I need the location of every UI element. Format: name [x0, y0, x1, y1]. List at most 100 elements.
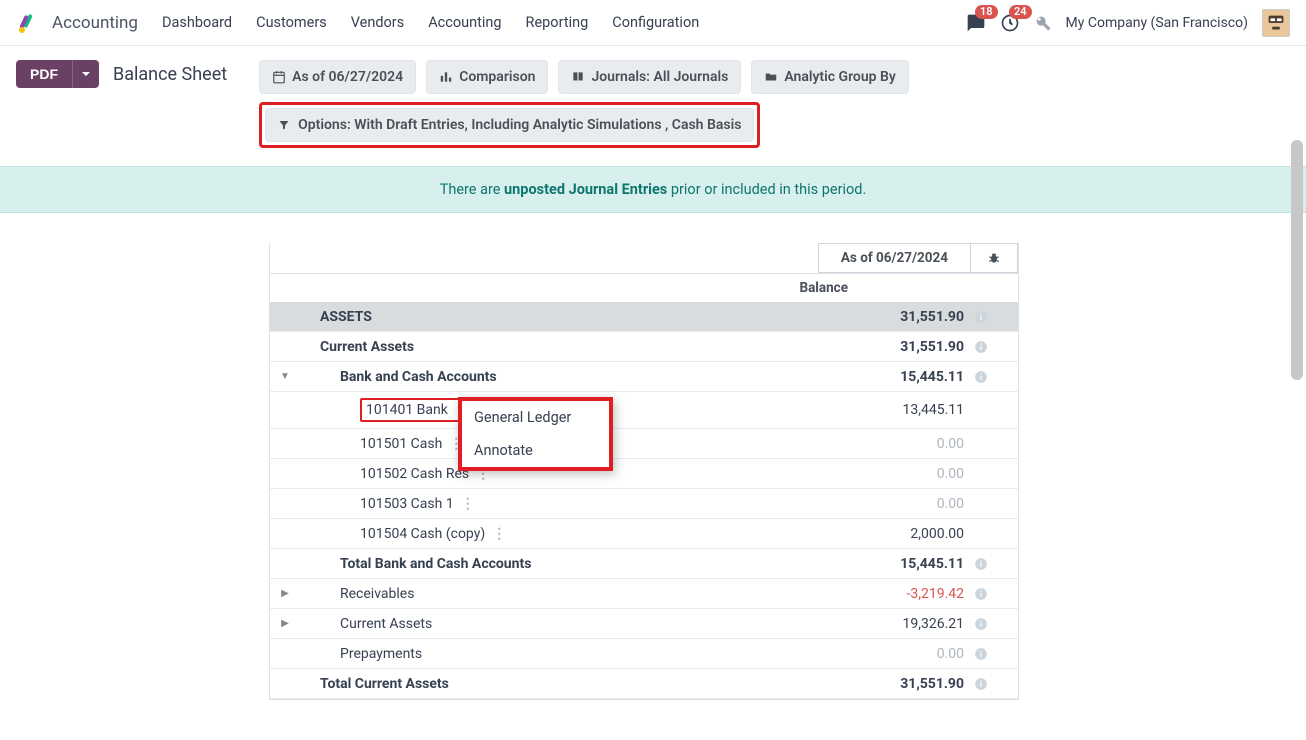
row-label[interactable]: Prepayments — [340, 646, 422, 662]
report-debug-button[interactable] — [971, 243, 1018, 273]
topbar-right: 18 24 My Company (San Francisco) — [966, 9, 1290, 37]
row-amount: 0.00 — [844, 436, 974, 452]
chat-badge: 18 — [975, 5, 998, 19]
filter-journals[interactable]: Journals: All Journals — [558, 60, 741, 94]
account-label[interactable]: 101401 Bank — [366, 402, 448, 418]
row-label-cell: Current Assets — [300, 616, 844, 632]
row-label-cell: Current Assets — [300, 339, 844, 355]
caret-right-icon[interactable]: ▶ — [270, 618, 300, 629]
logo-icon — [16, 12, 38, 34]
controls-row: PDF Balance Sheet As of 06/27/2024 Compa… — [0, 46, 1306, 148]
info-icon[interactable] — [974, 587, 1018, 601]
report-rows: ASSETS31,551.90 Current Assets 31,551.90 ▼ B… — [270, 302, 1018, 699]
filter-comparison[interactable]: Comparison — [426, 60, 548, 94]
row-label[interactable]: Current Assets — [320, 339, 414, 355]
row-label[interactable]: Total Current Assets — [320, 676, 449, 692]
alert-bar: There are unposted Journal Entries prior… — [0, 166, 1306, 213]
bug-icon — [987, 251, 1001, 265]
pdf-button[interactable]: PDF — [16, 60, 72, 88]
info-icon[interactable] — [974, 370, 1018, 384]
row-label[interactable]: Total Bank and Cash Accounts — [340, 556, 531, 572]
account-label[interactable]: 101501 Cash — [360, 436, 442, 452]
bars-icon — [439, 70, 453, 84]
scrollbar[interactable] — [1291, 140, 1303, 640]
row-label[interactable]: Current Assets — [340, 616, 432, 632]
nav-dashboard[interactable]: Dashboard — [162, 14, 232, 31]
row-label[interactable]: ASSETS — [320, 309, 372, 325]
filter-options-label: Options: With Draft Entries, Including A… — [298, 117, 741, 133]
nav: Dashboard Customers Vendors Accounting R… — [162, 14, 699, 31]
wrench-icon[interactable] — [1034, 14, 1052, 32]
nav-accounting[interactable]: Accounting — [428, 14, 501, 31]
book-icon — [571, 70, 585, 84]
row-label-cell: 101401 Bank⋮General LedgerAnnotate — [300, 398, 844, 422]
report-row: Current Assets 31,551.90 — [270, 332, 1018, 362]
kebab-icon[interactable]: ⋮ — [489, 526, 509, 542]
chat-icon-wrap[interactable]: 18 — [966, 13, 986, 33]
activity-icon-wrap[interactable]: 24 — [1000, 13, 1020, 33]
report-header-date[interactable]: As of 06/27/2024 — [818, 243, 971, 273]
account-link[interactable]: 101503 Cash 1⋮ — [360, 496, 478, 512]
page-title: Balance Sheet — [113, 60, 227, 85]
row-label-cell: 101503 Cash 1⋮ — [300, 496, 844, 512]
report-wrap: As of 06/27/2024 Balance ASSETS31,551.90… — [0, 243, 1306, 740]
funnel-icon — [278, 118, 292, 132]
info-icon[interactable] — [974, 677, 1018, 691]
row-label-cell: ASSETS — [300, 309, 844, 325]
filter-options[interactable]: Options: With Draft Entries, Including A… — [265, 108, 754, 142]
app-logo[interactable] — [16, 12, 38, 34]
account-link[interactable]: 101504 Cash (copy)⋮ — [360, 526, 509, 542]
account-label[interactable]: 101502 Cash Res — [360, 466, 469, 482]
filter-analytic[interactable]: Analytic Group By — [751, 60, 909, 94]
row-label-cell: Total Current Assets — [300, 676, 844, 692]
company-selector[interactable]: My Company (San Francisco) — [1066, 15, 1248, 31]
row-amount: 13,445.11 — [844, 402, 974, 418]
account-highlight: 101401 Bank⋮ — [360, 398, 474, 422]
balance-column-label: Balance — [270, 274, 1018, 302]
report-row: 101502 Cash Res⋮0.00 — [270, 459, 1018, 489]
account-link[interactable]: 101501 Cash⋮ — [360, 436, 466, 452]
row-label[interactable]: Receivables — [340, 586, 414, 602]
scrollbar-thumb[interactable] — [1291, 140, 1303, 380]
account-label[interactable]: 101503 Cash 1 — [360, 496, 454, 512]
popup-item[interactable]: General Ledger — [462, 401, 609, 434]
filters: As of 06/27/2024 Comparison Journals: Al… — [259, 60, 909, 148]
nav-vendors[interactable]: Vendors — [351, 14, 404, 31]
report-row: ▼Bank and Cash Accounts15,445.11 — [270, 362, 1018, 392]
nav-customers[interactable]: Customers — [256, 14, 327, 31]
alert-bold[interactable]: unposted Journal Entries — [504, 181, 667, 198]
app-name[interactable]: Accounting — [52, 13, 138, 33]
report: As of 06/27/2024 Balance ASSETS31,551.90… — [269, 243, 1019, 700]
report-row: ASSETS31,551.90 — [270, 302, 1018, 332]
options-highlight-box: Options: With Draft Entries, Including A… — [259, 102, 760, 148]
info-icon[interactable] — [974, 647, 1018, 661]
report-row: 101503 Cash 1⋮0.00 — [270, 489, 1018, 519]
info-icon[interactable] — [974, 557, 1018, 571]
row-label-cell: Bank and Cash Accounts — [300, 369, 844, 385]
report-row: 101504 Cash (copy)⋮ 2,000.00 — [270, 519, 1018, 549]
filter-comparison-label: Comparison — [459, 69, 535, 85]
popup-item[interactable]: Annotate — [462, 434, 609, 467]
topbar: Accounting Dashboard Customers Vendors A… — [0, 0, 1306, 46]
filter-asof[interactable]: As of 06/27/2024 — [259, 60, 416, 94]
row-label[interactable]: Bank and Cash Accounts — [340, 369, 497, 385]
info-icon[interactable] — [974, 340, 1018, 354]
pdf-caret-button[interactable] — [72, 60, 99, 88]
info-icon[interactable] — [974, 310, 1018, 324]
caret-down-icon[interactable]: ▼ — [270, 371, 300, 382]
nav-configuration[interactable]: Configuration — [612, 14, 699, 31]
account-popup: General LedgerAnnotate — [458, 397, 613, 471]
row-amount: 15,445.11 — [844, 556, 974, 572]
row-amount: 2,000.00 — [844, 526, 974, 542]
row-amount: 0.00 — [844, 466, 974, 482]
caret-right-icon[interactable]: ▶ — [270, 588, 300, 599]
report-row: 101501 Cash⋮ 0.00 — [270, 429, 1018, 459]
account-label[interactable]: 101504 Cash (copy) — [360, 526, 485, 542]
row-amount: 31,551.90 — [844, 339, 974, 355]
nav-reporting[interactable]: Reporting — [526, 14, 589, 31]
kebab-icon[interactable]: ⋮ — [458, 496, 478, 512]
info-icon[interactable] — [974, 617, 1018, 631]
avatar[interactable] — [1262, 9, 1290, 37]
row-label-cell: Total Bank and Cash Accounts — [300, 556, 844, 572]
pdf-group: PDF — [16, 60, 99, 88]
